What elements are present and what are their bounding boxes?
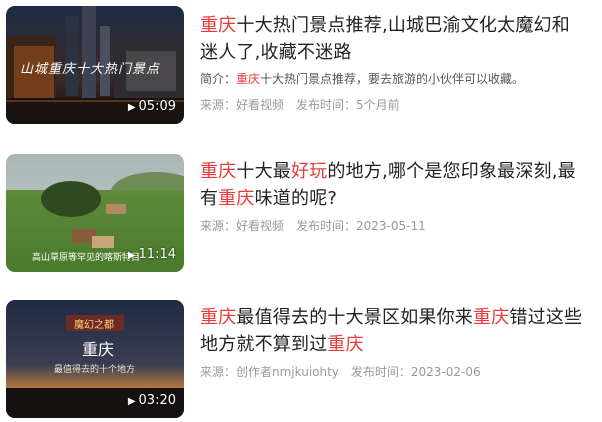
result-meta: 来源：创作者nmjkuiohty 发布时间：2023-02-06 xyxy=(200,363,481,380)
keyword-highlight: 重庆 xyxy=(218,188,255,209)
play-icon: ▶ xyxy=(127,102,136,113)
video-thumbnail[interactable]: 魔幻之都 重庆 最值得去的十个地方 ▶ 03:20 xyxy=(6,300,184,418)
thumbnail-subtitle: 最值得去的十个地方 xyxy=(54,365,136,375)
publish-date: 发布时间：2023-05-11 xyxy=(296,219,426,233)
video-duration: ▶ 05:09 xyxy=(127,99,176,114)
thumbnail-title: 重庆 xyxy=(82,340,115,359)
source-label: 来源：好看视频 xyxy=(200,98,285,112)
source-label: 来源：创作者nmjkuiohty xyxy=(200,365,339,379)
source-label: 来源：好看视频 xyxy=(200,219,285,233)
result-meta: 来源：好看视频 发布时间：5个月前 xyxy=(200,96,400,113)
keyword-highlight: 重庆 xyxy=(327,334,364,355)
keyword-highlight: 重庆 xyxy=(200,15,237,36)
video-thumbnail[interactable]: 山城重庆十大热门景点 ▶ 05:09 xyxy=(6,6,184,124)
keyword-highlight: 重庆 xyxy=(236,72,261,86)
text-segment: 十大热门景点推荐,山城巴渝文化太魔幻和迷人了,收藏不迷路 xyxy=(200,15,570,63)
result-meta: 来源：好看视频 发布时间：2023-05-11 xyxy=(200,217,426,234)
result-card[interactable]: 山城重庆十大热门景点 ▶ 05:09 重庆十大热门景点推荐,山城巴渝文化太魔幻和迷… xyxy=(0,0,602,128)
publish-date: 发布时间：5个月前 xyxy=(296,98,400,112)
keyword-highlight: 重庆 xyxy=(200,307,237,328)
keyword-highlight: 好玩 xyxy=(291,161,328,182)
keyword-highlight: 重庆 xyxy=(473,307,510,328)
result-title[interactable]: 重庆最值得去的十大景区如果你来重庆错过这些地方就不算到过重庆 xyxy=(200,304,585,358)
video-thumbnail[interactable]: 高山草原等罕见的喀斯特目 ▶ 11:14 xyxy=(6,154,184,272)
text-segment: 十大热门景点推荐，要去旅游的小伙伴可以收藏。 xyxy=(260,72,525,86)
result-title[interactable]: 重庆十大最好玩的地方,哪个是您印象最深刻,最有重庆味道的呢? xyxy=(200,158,585,212)
keyword-highlight: 重庆 xyxy=(200,161,237,182)
text-segment: 十大最 xyxy=(236,161,292,182)
video-duration: ▶ 11:14 xyxy=(127,247,176,262)
result-card[interactable]: 高山草原等罕见的喀斯特目 ▶ 11:14 重庆十大最好玩的地方,哪个是您印象最深刻… xyxy=(0,148,602,276)
result-card[interactable]: 魔幻之都 重庆 最值得去的十个地方 ▶ 03:20 重庆最值得去的十大景区如果你来… xyxy=(0,294,602,422)
thumbnail-caption: 高山草原等罕见的喀斯特目 xyxy=(32,253,141,263)
result-summary: 简介：重庆十大热门景点推荐，要去旅游的小伙伴可以收藏。 xyxy=(200,72,525,86)
thumbnail-badge: 魔幻之都 xyxy=(74,320,114,331)
play-icon: ▶ xyxy=(127,250,136,261)
play-icon: ▶ xyxy=(127,396,136,407)
thumbnail-caption: 山城重庆十大热门景点 xyxy=(20,62,161,77)
text-segment: 最值得去的十大景区如果你来 xyxy=(236,307,474,328)
text-segment: 味道的呢? xyxy=(254,188,338,209)
result-title[interactable]: 重庆十大热门景点推荐,山城巴渝文化太魔幻和迷人了,收藏不迷路 xyxy=(200,12,585,66)
video-duration: ▶ 03:20 xyxy=(127,393,176,408)
publish-date: 发布时间：2023-02-06 xyxy=(350,365,481,379)
